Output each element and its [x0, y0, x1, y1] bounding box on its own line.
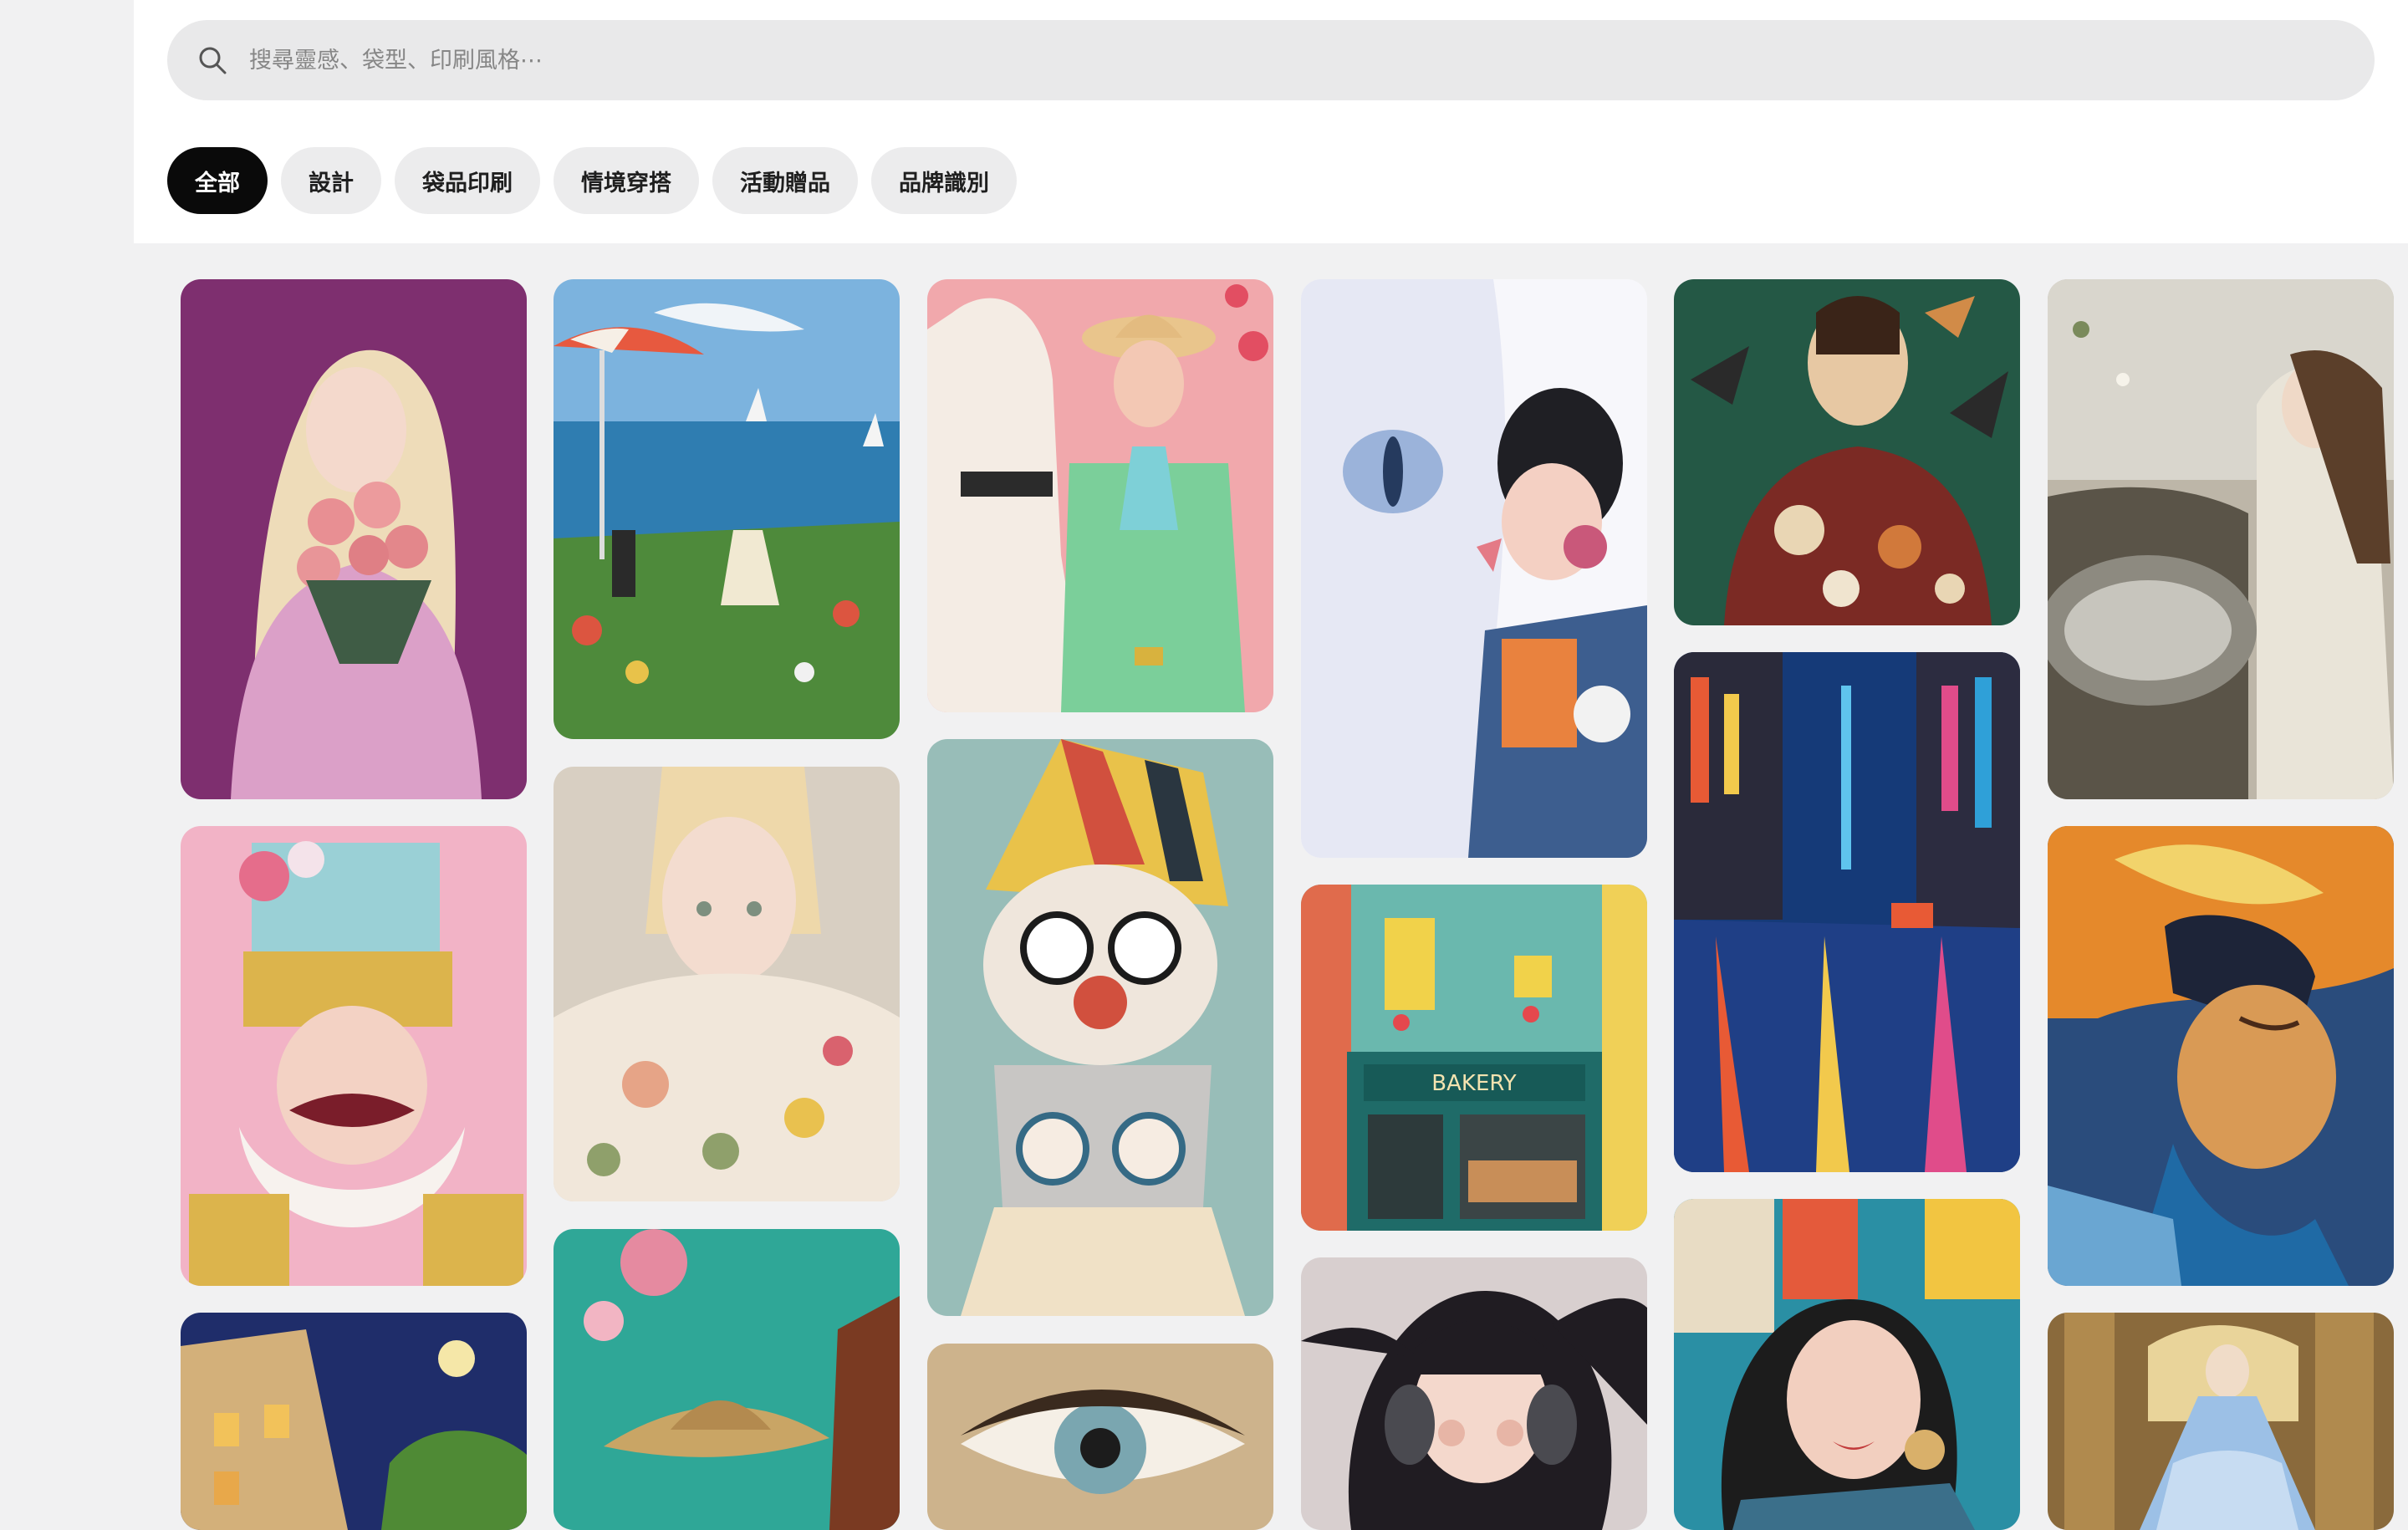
pin-cowboy-hat[interactable]	[554, 1229, 900, 1530]
pin-bakery-storefront[interactable]: BAKERY	[1301, 885, 1647, 1231]
filter-chip-event-gifts[interactable]: 活動贈品	[712, 147, 858, 214]
pin-girl-roses[interactable]	[181, 279, 527, 799]
search-icon	[196, 43, 229, 77]
search-bar[interactable]	[167, 20, 2375, 100]
top-bar: 全部 設計 袋品印刷 情境穿搭 活動贈品 品牌識別	[134, 0, 2408, 243]
filter-chip-design[interactable]: 設計	[281, 147, 381, 214]
pin-woman-birds[interactable]	[1674, 279, 2020, 625]
pin-clown-girl[interactable]	[927, 739, 1273, 1316]
pin-magazine-girl[interactable]	[1674, 1199, 2020, 1530]
pin-painted-man[interactable]	[2048, 826, 2394, 1286]
bakery-sign: BAKERY	[1431, 1071, 1517, 1096]
filter-chip-all[interactable]: 全部	[167, 147, 268, 214]
pin-rainy-city[interactable]	[1674, 652, 2020, 1172]
filter-chips: 全部 設計 袋品印刷 情境穿搭 活動贈品 品牌識別	[167, 147, 1017, 214]
pin-ballroom-dancer[interactable]	[2048, 1313, 2394, 1530]
pin-cat-kiss[interactable]	[1301, 279, 1647, 858]
pin-nutcracker[interactable]	[181, 826, 527, 1286]
search-input[interactable]	[247, 34, 2341, 86]
pin-floral-girl[interactable]	[554, 767, 900, 1201]
pin-headphone-girl[interactable]	[1301, 1257, 1647, 1530]
filter-chip-bag-printing[interactable]: 袋品印刷	[395, 147, 540, 214]
pin-fountain-lady[interactable]	[2048, 279, 2394, 799]
filter-chip-brand-identity[interactable]: 品牌識別	[871, 147, 1017, 214]
pin-horse-cowgirl[interactable]	[927, 279, 1273, 712]
filter-chip-outfit[interactable]: 情境穿搭	[554, 147, 699, 214]
pin-eye-closeup[interactable]	[927, 1344, 1273, 1530]
pin-seaside-garden[interactable]	[554, 279, 900, 739]
pin-night-street[interactable]	[181, 1313, 527, 1530]
